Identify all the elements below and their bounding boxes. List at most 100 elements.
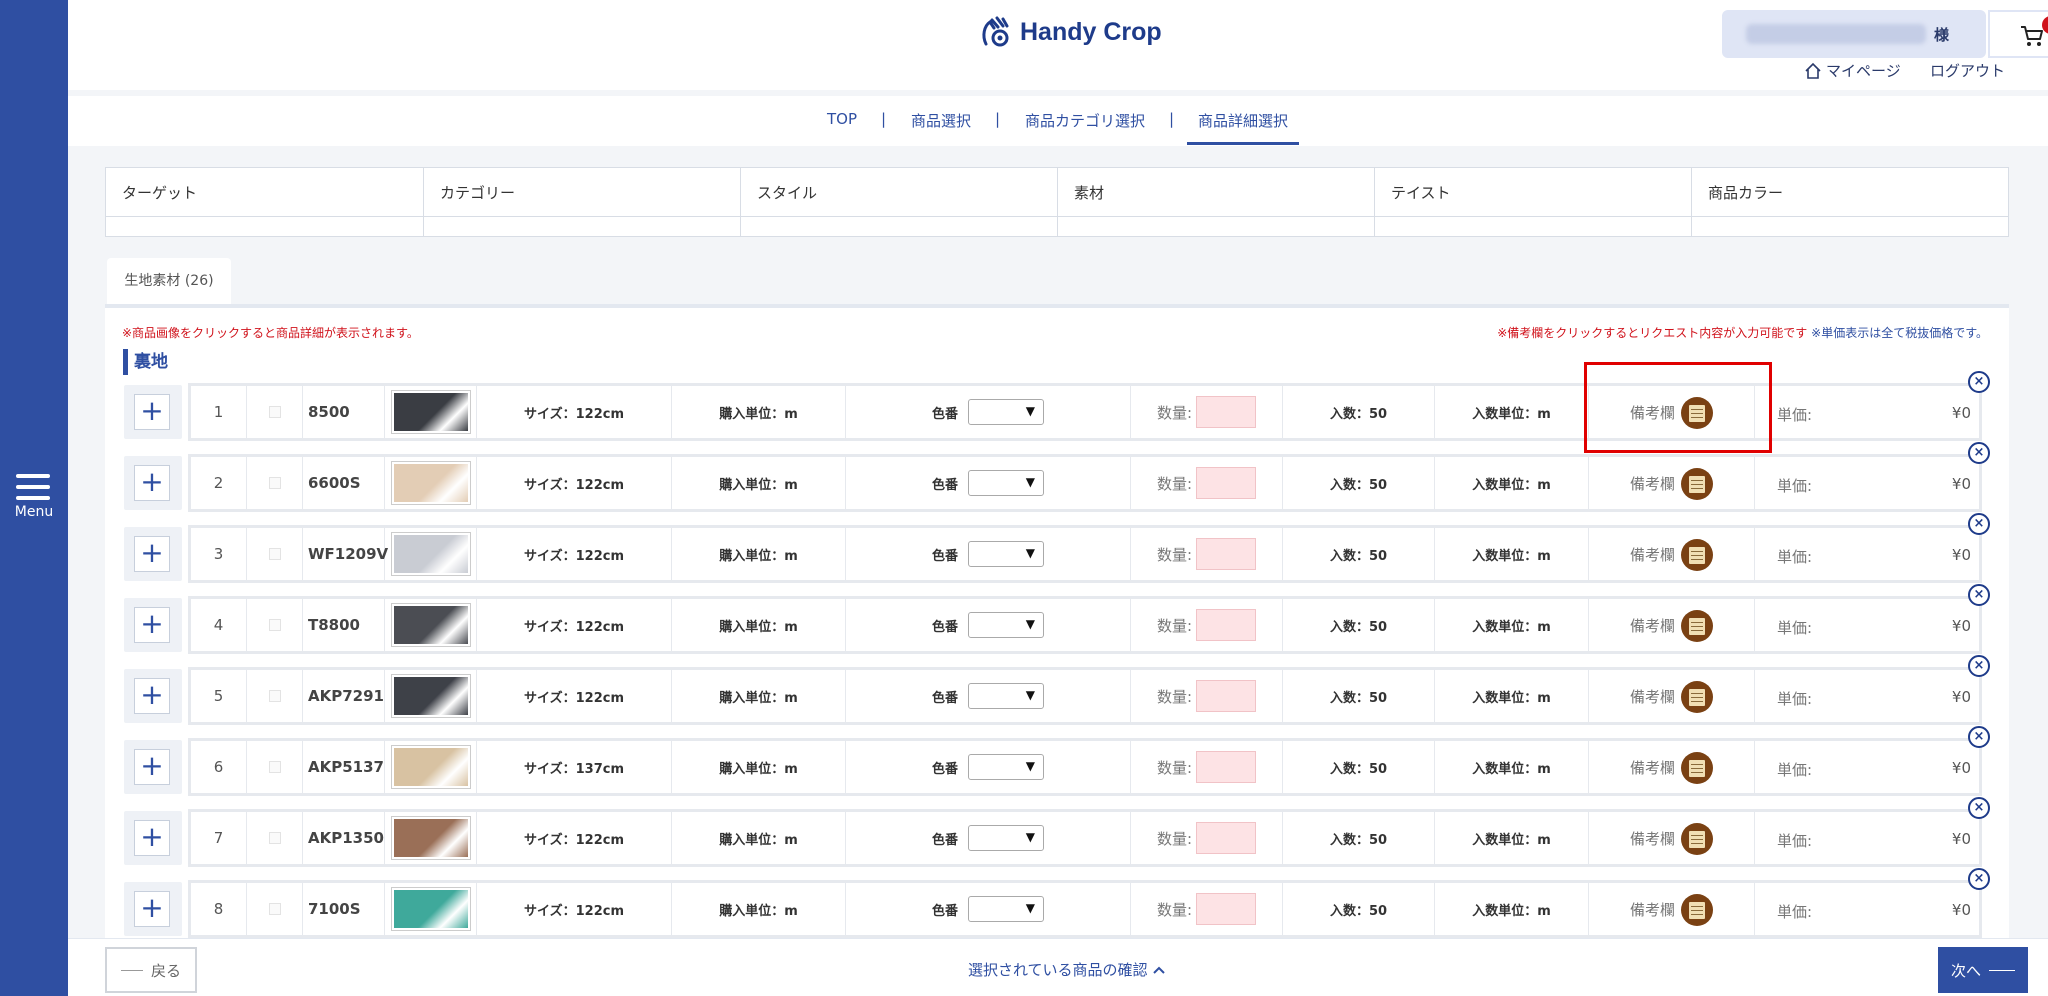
row-checkbox[interactable]: [268, 619, 281, 631]
expand-cell: +: [124, 456, 182, 510]
product-image-cell: [385, 883, 477, 935]
expand-button[interactable]: +: [134, 891, 170, 927]
remove-row-button[interactable]: ×: [1968, 868, 1990, 890]
expand-button[interactable]: +: [134, 536, 170, 572]
table-row: + 6 AKP5137 サイズ：137cm 購入単位：m 色番 ▼ 数量: 入数…: [124, 726, 1990, 796]
expand-button[interactable]: +: [134, 678, 170, 714]
quantity-input[interactable]: [1196, 538, 1257, 570]
quantity-input[interactable]: [1196, 893, 1257, 925]
price-note-text: ※単価表示は全て税抜価格です。: [1811, 326, 1988, 340]
back-button[interactable]: 戻る: [105, 947, 197, 993]
quantity-label: 数量:: [1156, 829, 1193, 848]
filter-category[interactable]: カテゴリー: [424, 168, 741, 236]
quantity-cell: 数量:: [1131, 528, 1283, 580]
memo-button[interactable]: 備考欄: [1589, 883, 1755, 935]
expand-button[interactable]: +: [134, 820, 170, 856]
row-checkbox[interactable]: [268, 548, 281, 560]
row-checkbox[interactable]: [268, 406, 281, 418]
color-number-label: 色番: [931, 406, 958, 422]
quantity-cell: 数量:: [1131, 386, 1283, 438]
user-account-box[interactable]: 様: [1722, 10, 1986, 58]
breadcrumb: TOP | 商品選択 | 商品カテゴリ選択 | 商品詳細選択: [68, 96, 2048, 146]
filter-material[interactable]: 素材: [1058, 168, 1375, 236]
quantity-input[interactable]: [1196, 467, 1257, 499]
table-row: + 7 AKP1350 サイズ：122cm 購入単位：m 色番 ▼ 数量: 入数…: [124, 797, 1990, 867]
product-image[interactable]: [390, 674, 471, 718]
memo-button[interactable]: 備考欄: [1589, 528, 1755, 580]
memo-button[interactable]: 備考欄: [1589, 812, 1755, 864]
remove-row-button[interactable]: ×: [1968, 797, 1990, 819]
expand-button[interactable]: +: [134, 394, 170, 430]
product-image[interactable]: [390, 887, 471, 931]
product-image[interactable]: [390, 461, 471, 505]
quantity-input[interactable]: [1196, 396, 1257, 428]
unit-price-label: 単価:: [1777, 548, 1813, 566]
remove-row-button[interactable]: ×: [1968, 442, 1990, 464]
remove-row-button[interactable]: ×: [1968, 726, 1990, 748]
remove-row-button[interactable]: ×: [1968, 655, 1990, 677]
expand-button[interactable]: +: [134, 607, 170, 643]
breadcrumb-category-select[interactable]: 商品カテゴリ選択: [1025, 110, 1145, 131]
product-image[interactable]: [390, 390, 471, 434]
product-image-cell: [385, 599, 477, 651]
filter-style[interactable]: スタイル: [741, 168, 1058, 236]
tab-fabric-material[interactable]: 生地素材 (26): [107, 258, 231, 304]
color-number-select[interactable]: ▼: [968, 399, 1044, 425]
logo[interactable]: Handy Crop: [980, 14, 1162, 50]
next-button[interactable]: 次へ: [1938, 947, 2028, 993]
product-image[interactable]: [390, 532, 471, 576]
color-number-select[interactable]: ▼: [968, 541, 1044, 567]
expand-button[interactable]: +: [134, 465, 170, 501]
pack-count: 入数：50: [1283, 883, 1435, 935]
row-checkbox[interactable]: [268, 903, 281, 915]
color-number-select[interactable]: ▼: [968, 754, 1044, 780]
color-number-select[interactable]: ▼: [968, 612, 1044, 638]
quantity-input[interactable]: [1196, 751, 1257, 783]
filter-target[interactable]: ターゲット: [106, 168, 424, 236]
row-checkbox[interactable]: [268, 832, 281, 844]
quantity-input[interactable]: [1196, 680, 1257, 712]
product-image[interactable]: [390, 603, 471, 647]
mypage-link[interactable]: マイページ: [1804, 60, 1901, 81]
expand-button[interactable]: +: [134, 749, 170, 785]
quantity-input[interactable]: [1196, 609, 1257, 641]
pack-unit: 入数単位：m: [1435, 883, 1589, 935]
quantity-input[interactable]: [1196, 822, 1257, 854]
row-checkbox[interactable]: [268, 477, 281, 489]
memo-label: 備考欄: [1629, 616, 1675, 635]
menu-button[interactable]: Menu: [0, 470, 68, 528]
product-size: サイズ：122cm: [477, 457, 672, 509]
logout-link[interactable]: ログアウト: [1930, 60, 2005, 81]
product-image[interactable]: [390, 816, 471, 860]
remove-row-button[interactable]: ×: [1968, 513, 1990, 535]
row-number: 7: [191, 812, 247, 864]
color-number-select[interactable]: ▼: [968, 825, 1044, 851]
color-number-select[interactable]: ▼: [968, 896, 1044, 922]
breadcrumb-detail-select[interactable]: 商品詳細選択: [1198, 110, 1288, 131]
row-checkbox[interactable]: [268, 761, 281, 773]
filter-taste[interactable]: テイスト: [1375, 168, 1692, 236]
memo-button[interactable]: 備考欄: [1589, 741, 1755, 793]
memo-button[interactable]: 備考欄: [1589, 670, 1755, 722]
filter-color[interactable]: 商品カラー: [1692, 168, 2008, 236]
color-number-select[interactable]: ▼: [968, 683, 1044, 709]
remove-row-button[interactable]: ×: [1968, 371, 1990, 393]
memo-button[interactable]: 備考欄: [1589, 457, 1755, 509]
pack-count: 入数：50: [1283, 599, 1435, 651]
confirm-selected-button[interactable]: 選択されている商品の確認: [968, 959, 1166, 980]
memo-note-text: ※備考欄をクリックするとリクエスト内容が入力可能です: [1497, 326, 1808, 340]
product-image[interactable]: [390, 745, 471, 789]
breadcrumb-product-select[interactable]: 商品選択: [911, 110, 971, 131]
pack-unit: 入数単位：m: [1435, 741, 1589, 793]
divider: [1058, 216, 1374, 217]
chevron-up-icon: [1153, 966, 1166, 974]
color-number-select[interactable]: ▼: [968, 470, 1044, 496]
memo-button[interactable]: 備考欄: [1589, 599, 1755, 651]
quantity-label: 数量:: [1156, 758, 1193, 777]
row-checkbox[interactable]: [268, 690, 281, 702]
breadcrumb-top[interactable]: TOP: [827, 110, 857, 128]
cart-button[interactable]: 0: [1988, 10, 2048, 58]
unit-price-label: 単価:: [1777, 619, 1813, 637]
memo-button[interactable]: 備考欄: [1589, 386, 1755, 438]
remove-row-button[interactable]: ×: [1968, 584, 1990, 606]
